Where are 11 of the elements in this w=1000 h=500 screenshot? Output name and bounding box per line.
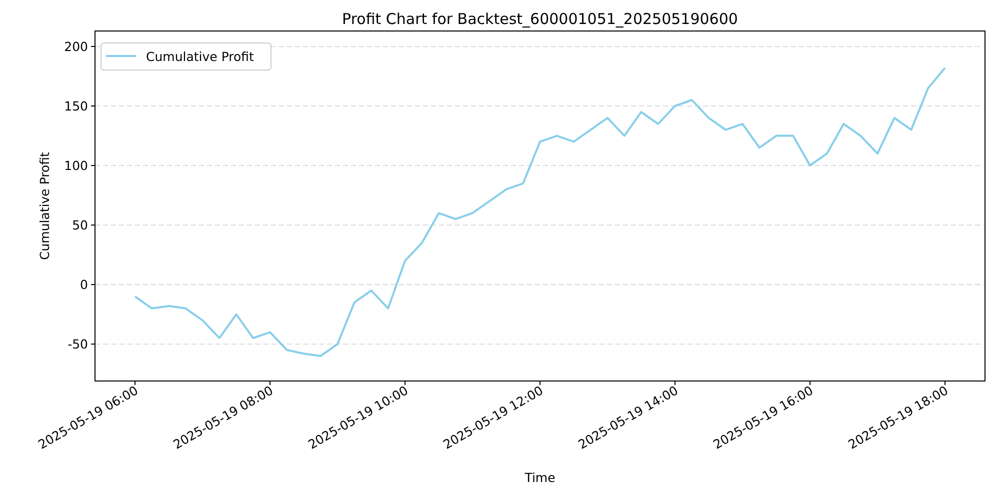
y-tick-label: 0 bbox=[80, 277, 88, 292]
y-tick-label: 200 bbox=[64, 38, 88, 54]
chart-title: Profit Chart for Backtest_600001051_202505190600 bbox=[342, 10, 738, 28]
legend-label: Cumulative Profit bbox=[146, 49, 254, 64]
legend-line-icon bbox=[106, 55, 136, 57]
y-tick-label: -50 bbox=[68, 336, 88, 352]
y-tick-label: 150 bbox=[64, 98, 88, 114]
y-tick-label: 100 bbox=[64, 158, 88, 174]
y-axis-label: Cumulative Profit bbox=[37, 152, 52, 260]
x-axis-label: Time bbox=[524, 470, 556, 485]
y-tick-label: 50 bbox=[72, 218, 88, 233]
